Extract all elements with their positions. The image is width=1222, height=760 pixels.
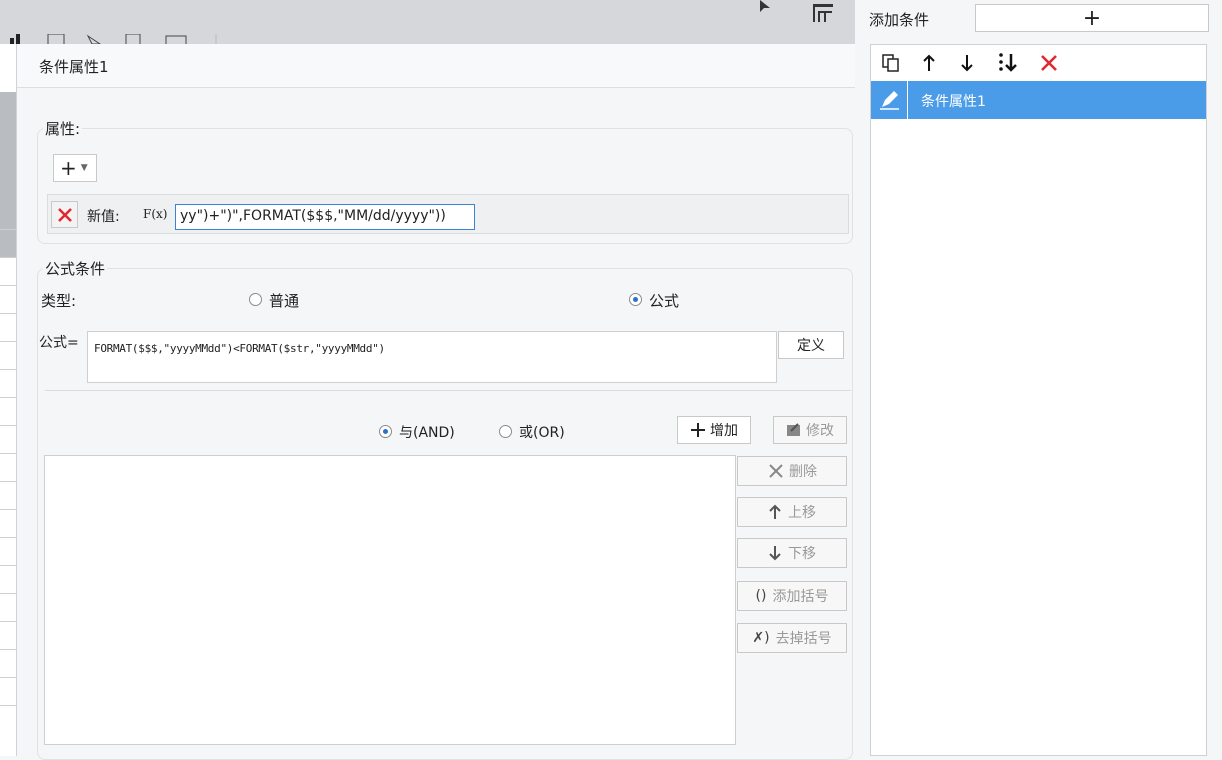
delete-attribute-button[interactable] <box>51 201 78 228</box>
close-icon <box>769 464 783 478</box>
edit-icon <box>880 91 899 110</box>
sheet-grid <box>0 44 17 756</box>
move-up-button[interactable]: 上移 <box>737 497 847 527</box>
move-down-button[interactable]: 下移 <box>737 538 847 568</box>
brackets-icon: () <box>755 588 767 604</box>
delete-button[interactable]: 删除 <box>737 456 847 486</box>
formula-icon[interactable]: F(x) <box>143 204 167 222</box>
add-condition-label: 添加条件 <box>869 11 930 29</box>
delete-icon[interactable] <box>1039 53 1059 73</box>
type-formula-radio[interactable] <box>629 293 642 306</box>
add-bracket-button[interactable]: () 添加括号 <box>737 581 847 611</box>
divider <box>907 81 908 119</box>
type-normal-radio[interactable] <box>249 293 262 306</box>
type-formula-label[interactable]: 公式 <box>649 290 679 311</box>
divider <box>45 390 851 391</box>
formula-textarea[interactable]: FORMAT($$$,"yyyyMMdd")<FORMAT($str,"yyyy… <box>87 331 777 383</box>
edit-icon <box>787 423 800 436</box>
type-label: 类型: <box>41 292 77 310</box>
attributes-group-label: 属性: <box>43 118 83 139</box>
formula-condition-group-label: 公式条件 <box>43 258 108 279</box>
layout-icon[interactable] <box>812 3 834 23</box>
list-item-selected[interactable]: 条件属性1 <box>871 81 1206 119</box>
condition-list-panel: 条件属性1 <box>870 44 1207 756</box>
formula-label: 公式= <box>39 335 79 351</box>
add-attribute-button[interactable]: + ▼ <box>53 154 97 182</box>
cursor-icon <box>760 0 770 12</box>
chevron-down-icon: ▼ <box>80 163 88 173</box>
or-radio[interactable] <box>499 425 512 438</box>
new-value-input[interactable]: yy")+")",FORMAT($$$,"MM/dd/yyyy")) <box>175 204 475 230</box>
define-button[interactable]: 定义 <box>778 331 844 359</box>
remove-bracket-button[interactable]: ✗) 去掉括号 <box>737 623 847 653</box>
remove-brackets-icon: ✗) <box>752 630 770 646</box>
app-toolbar <box>0 0 855 46</box>
arrow-down-icon <box>769 546 781 561</box>
or-label[interactable]: 或(OR) <box>519 422 565 442</box>
type-normal-label[interactable]: 普通 <box>269 290 299 311</box>
and-label[interactable]: 与(AND) <box>399 422 455 442</box>
list-item-label: 条件属性1 <box>921 94 986 110</box>
condition-list[interactable] <box>44 455 736 745</box>
close-icon <box>57 207 72 222</box>
plus-icon <box>691 423 705 437</box>
new-value-label: 新值: <box>87 209 120 225</box>
condition-attribute-dialog: 条件属性1 属性: + ▼ 新值: F(x) yy")+")",FORMAT($… <box>16 44 855 760</box>
modify-button[interactable]: 修改 <box>773 416 847 444</box>
arrow-up-icon[interactable] <box>921 53 937 73</box>
arrow-down-icon[interactable] <box>959 53 975 73</box>
and-radio[interactable] <box>379 425 392 438</box>
condition-toolbar <box>871 45 1206 81</box>
add-condition-button[interactable]: + <box>975 4 1209 32</box>
dialog-title-bar: 条件属性1 <box>17 44 855 88</box>
copy-icon[interactable] <box>881 53 901 73</box>
add-button[interactable]: 增加 <box>677 416 751 444</box>
dialog-title: 条件属性1 <box>39 58 109 76</box>
move-to-bottom-icon[interactable] <box>997 52 1023 74</box>
arrow-up-icon <box>769 504 781 519</box>
